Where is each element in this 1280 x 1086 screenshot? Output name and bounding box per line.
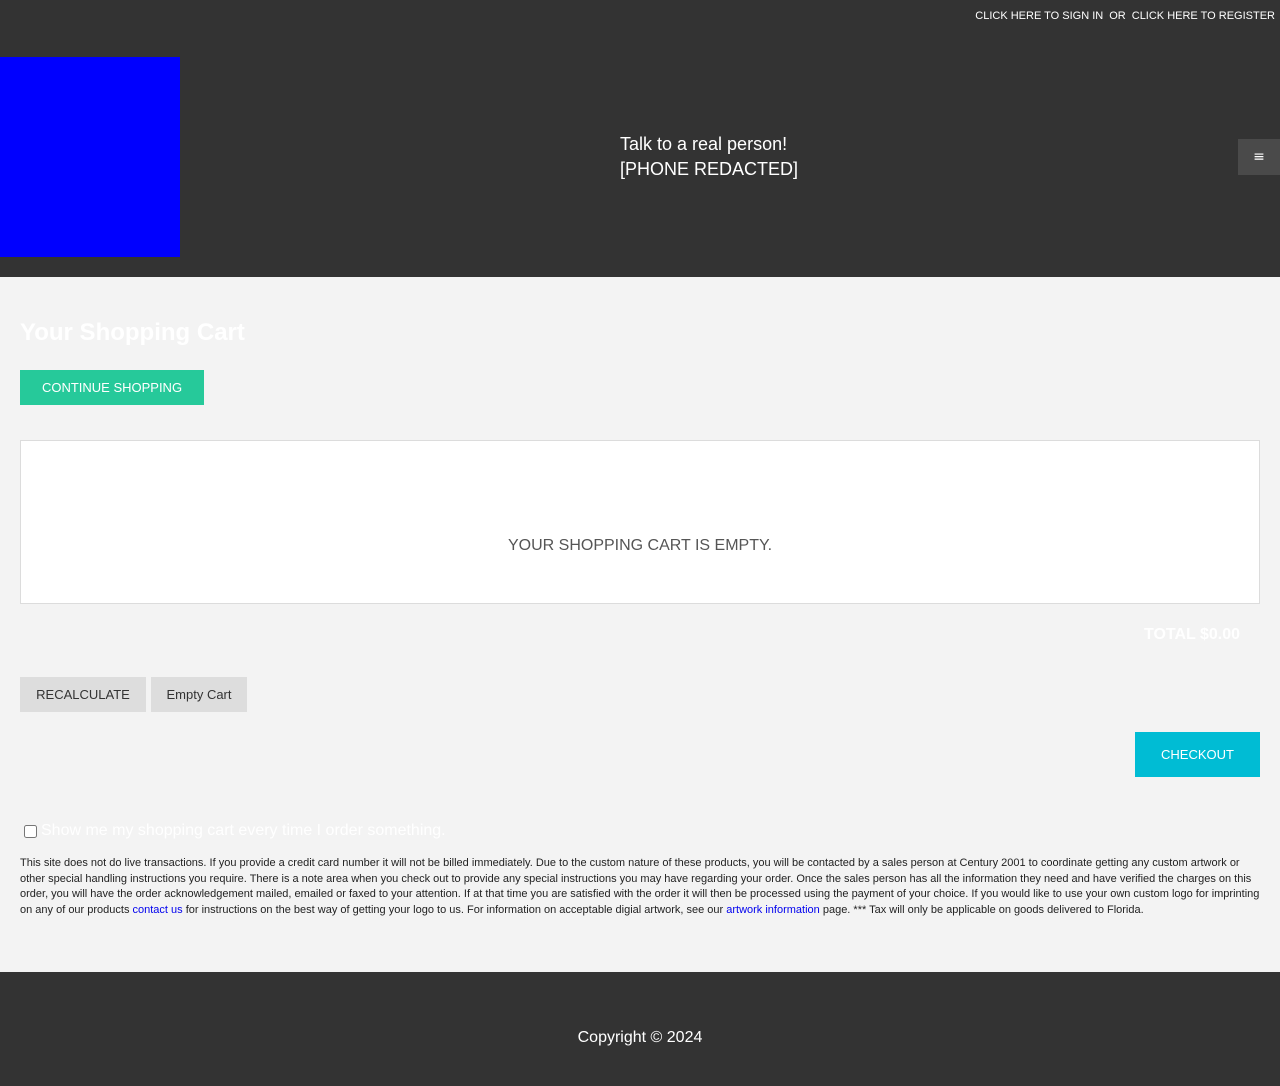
notice-text-3: page. *** Tax will only be applicable on…	[819, 903, 1144, 916]
sign-in-link[interactable]: CLICK HERE TO SIGN IN	[975, 10, 1103, 22]
site-header: CLICK HERE TO SIGN IN OR CLICK HERE TO REG…	[0, 0, 1280, 277]
talk-to-person-text: Talk to a real person!	[620, 134, 788, 154]
transaction-notice: This site does not do live transactions.…	[20, 856, 1260, 918]
register-link[interactable]: CLICK HERE TO REGISTER	[1132, 10, 1275, 22]
continue-shopping-button[interactable]: CONTINUE SHOPPING	[20, 370, 204, 405]
hamburger-menu-icon[interactable]: ≡	[1238, 139, 1280, 175]
empty-cart-button[interactable]: Empty Cart	[151, 677, 247, 712]
site-logo[interactable]	[0, 57, 180, 257]
notice-text-2: for instructions on the best way of gett…	[182, 903, 727, 916]
show-cart-option: Show me my shopping cart every time I or…	[24, 822, 446, 840]
recalculate-button[interactable]: RECALCULATE	[20, 677, 146, 712]
auth-or-text: OR	[1109, 10, 1126, 22]
site-footer: Copyright © 2024	[0, 972, 1280, 1086]
show-cart-checkbox[interactable]	[24, 824, 37, 838]
checkout-button[interactable]: CHECKOUT	[1135, 732, 1260, 777]
phone-number: [PHONE REDACTED]	[620, 159, 799, 179]
contact-callout: Talk to a real person! [PHONE REDACTED]	[620, 132, 798, 182]
show-cart-label[interactable]: Show me my shopping cart every time I or…	[41, 822, 446, 840]
cart-items-panel: YOUR SHOPPING CART IS EMPTY.	[20, 440, 1260, 604]
cart-total: TOTAL $0.00	[1143, 626, 1240, 643]
artwork-information-link[interactable]: artwork information	[726, 904, 820, 916]
auth-links: CLICK HERE TO SIGN IN OR CLICK HERE TO REG…	[975, 10, 1275, 22]
copyright-text: Copyright © 2024	[577, 1029, 703, 1046]
page-title: Your Shopping Cart	[20, 319, 245, 346]
main-content: Your Shopping Cart CONTINUE SHOPPING YOU…	[0, 277, 1280, 972]
empty-cart-message: YOUR SHOPPING CART IS EMPTY.	[507, 537, 773, 554]
contact-us-link[interactable]: contact us	[133, 904, 183, 916]
